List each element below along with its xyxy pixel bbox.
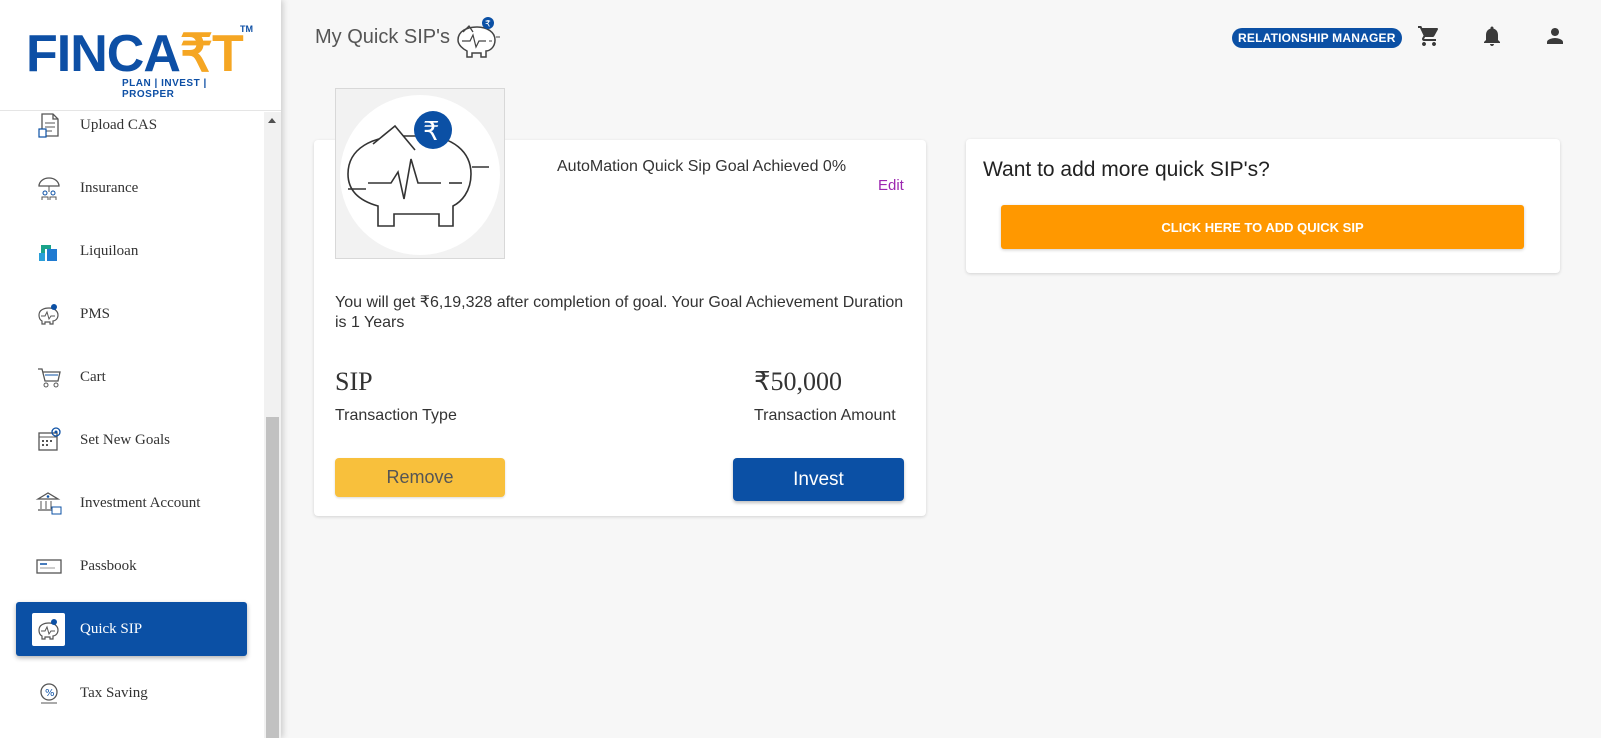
logo-wordmark: FINCA₹T xyxy=(26,25,244,83)
sidebar-item-liquiloan[interactable]: Liquiloan xyxy=(16,224,247,278)
logo-text-main: FINCA xyxy=(26,25,181,83)
liquiloan-icon xyxy=(32,235,65,268)
transaction-amount-value: ₹50,000 xyxy=(754,367,843,396)
piggy-bank-icon: ₹ xyxy=(457,17,500,58)
fincart-logo[interactable]: FINCA₹T TM PLAN | INVEST | PROSPER xyxy=(26,24,256,100)
bank-building-icon xyxy=(32,487,65,520)
passbook-icon xyxy=(32,550,65,583)
sidebar-item-passbook[interactable]: Passbook xyxy=(16,539,247,593)
add-quick-sip-button[interactable]: CLICK HERE TO ADD QUICK SIP xyxy=(1001,205,1524,249)
scrollbar-thumb[interactable] xyxy=(266,417,279,738)
goal-description: You will get ₹6,19,328 after completion … xyxy=(335,294,904,331)
cart-icon xyxy=(32,361,65,394)
svg-text:₹: ₹ xyxy=(423,117,440,147)
sidebar-item-cart[interactable]: Cart xyxy=(16,350,247,404)
goal-image: ₹ xyxy=(335,88,505,259)
upload-document-icon xyxy=(32,109,65,142)
sidebar-scrollbar[interactable] xyxy=(264,112,281,738)
piggy-bank-icon: ₹ xyxy=(340,95,500,255)
bell-icon[interactable] xyxy=(1480,24,1504,48)
add-quick-sip-title: Want to add more quick SIP's? xyxy=(983,158,1270,181)
sidebar-item-label: Insurance xyxy=(80,179,139,196)
sidebar-item-label: Quick SIP xyxy=(80,620,143,637)
cart-icon[interactable] xyxy=(1417,24,1441,48)
piggy-bank-icon xyxy=(32,612,65,646)
scroll-up-arrow-icon[interactable] xyxy=(268,118,276,123)
sidebar-item-quick-sip[interactable]: Quick SIP xyxy=(16,602,247,656)
sidebar-item-label: Upload CAS xyxy=(80,116,158,133)
sidebar-item-label: PMS xyxy=(80,305,111,322)
piggy-bank-icon xyxy=(32,298,65,331)
sidebar-item-investment-account[interactable]: Investment Account xyxy=(16,476,247,530)
transaction-type-label: Transaction Type xyxy=(335,407,457,424)
logo-tagline: PLAN | INVEST | PROSPER xyxy=(122,78,207,100)
invest-button[interactable]: Invest xyxy=(733,458,904,501)
sidebar-item-set-new-goals[interactable]: Set New Goals xyxy=(16,413,247,467)
sidebar-item-pms[interactable]: PMS xyxy=(16,287,247,341)
transaction-amount-label: Transaction Amount xyxy=(754,407,896,424)
umbrella-family-icon xyxy=(32,172,65,205)
sidebar-item-tax-saving[interactable]: % Tax Saving xyxy=(16,666,247,720)
goal-title: AutoMation Quick Sip Goal Achieved 0% xyxy=(557,158,847,175)
relationship-manager-badge[interactable]: RELATIONSHIP MANAGER xyxy=(1232,28,1402,48)
edit-goal-link[interactable]: Edit xyxy=(878,177,904,194)
remove-button[interactable]: Remove xyxy=(335,458,505,497)
sidebar-item-label: Set New Goals xyxy=(80,431,170,448)
sidebar-item-label: Liquiloan xyxy=(80,242,139,259)
sidebar-item-label: Tax Saving xyxy=(80,684,148,701)
logo-text-accent: ₹T xyxy=(179,25,244,83)
sidebar-item-insurance[interactable]: Insurance xyxy=(16,161,247,215)
page-title: My Quick SIP's xyxy=(315,26,450,48)
sidebar: FINCA₹T TM PLAN | INVEST | PROSPER Uploa… xyxy=(0,0,281,738)
sidebar-item-label: Investment Account xyxy=(80,494,201,511)
sidebar-item-upload-cas[interactable]: Upload CAS xyxy=(16,98,247,152)
svg-text:%: % xyxy=(45,688,55,699)
user-account-icon[interactable] xyxy=(1543,24,1567,48)
tax-saving-icon: % xyxy=(32,677,65,710)
sidebar-item-label: Passbook xyxy=(80,557,137,574)
sidebar-item-label: Cart xyxy=(80,368,106,385)
svg-text:₹: ₹ xyxy=(485,20,491,30)
logo-trademark: TM xyxy=(240,24,253,34)
add-quick-sip-card: Want to add more quick SIP's? CLICK HERE… xyxy=(966,139,1560,273)
calendar-goal-icon xyxy=(32,424,65,457)
transaction-type-value: SIP xyxy=(335,367,373,396)
